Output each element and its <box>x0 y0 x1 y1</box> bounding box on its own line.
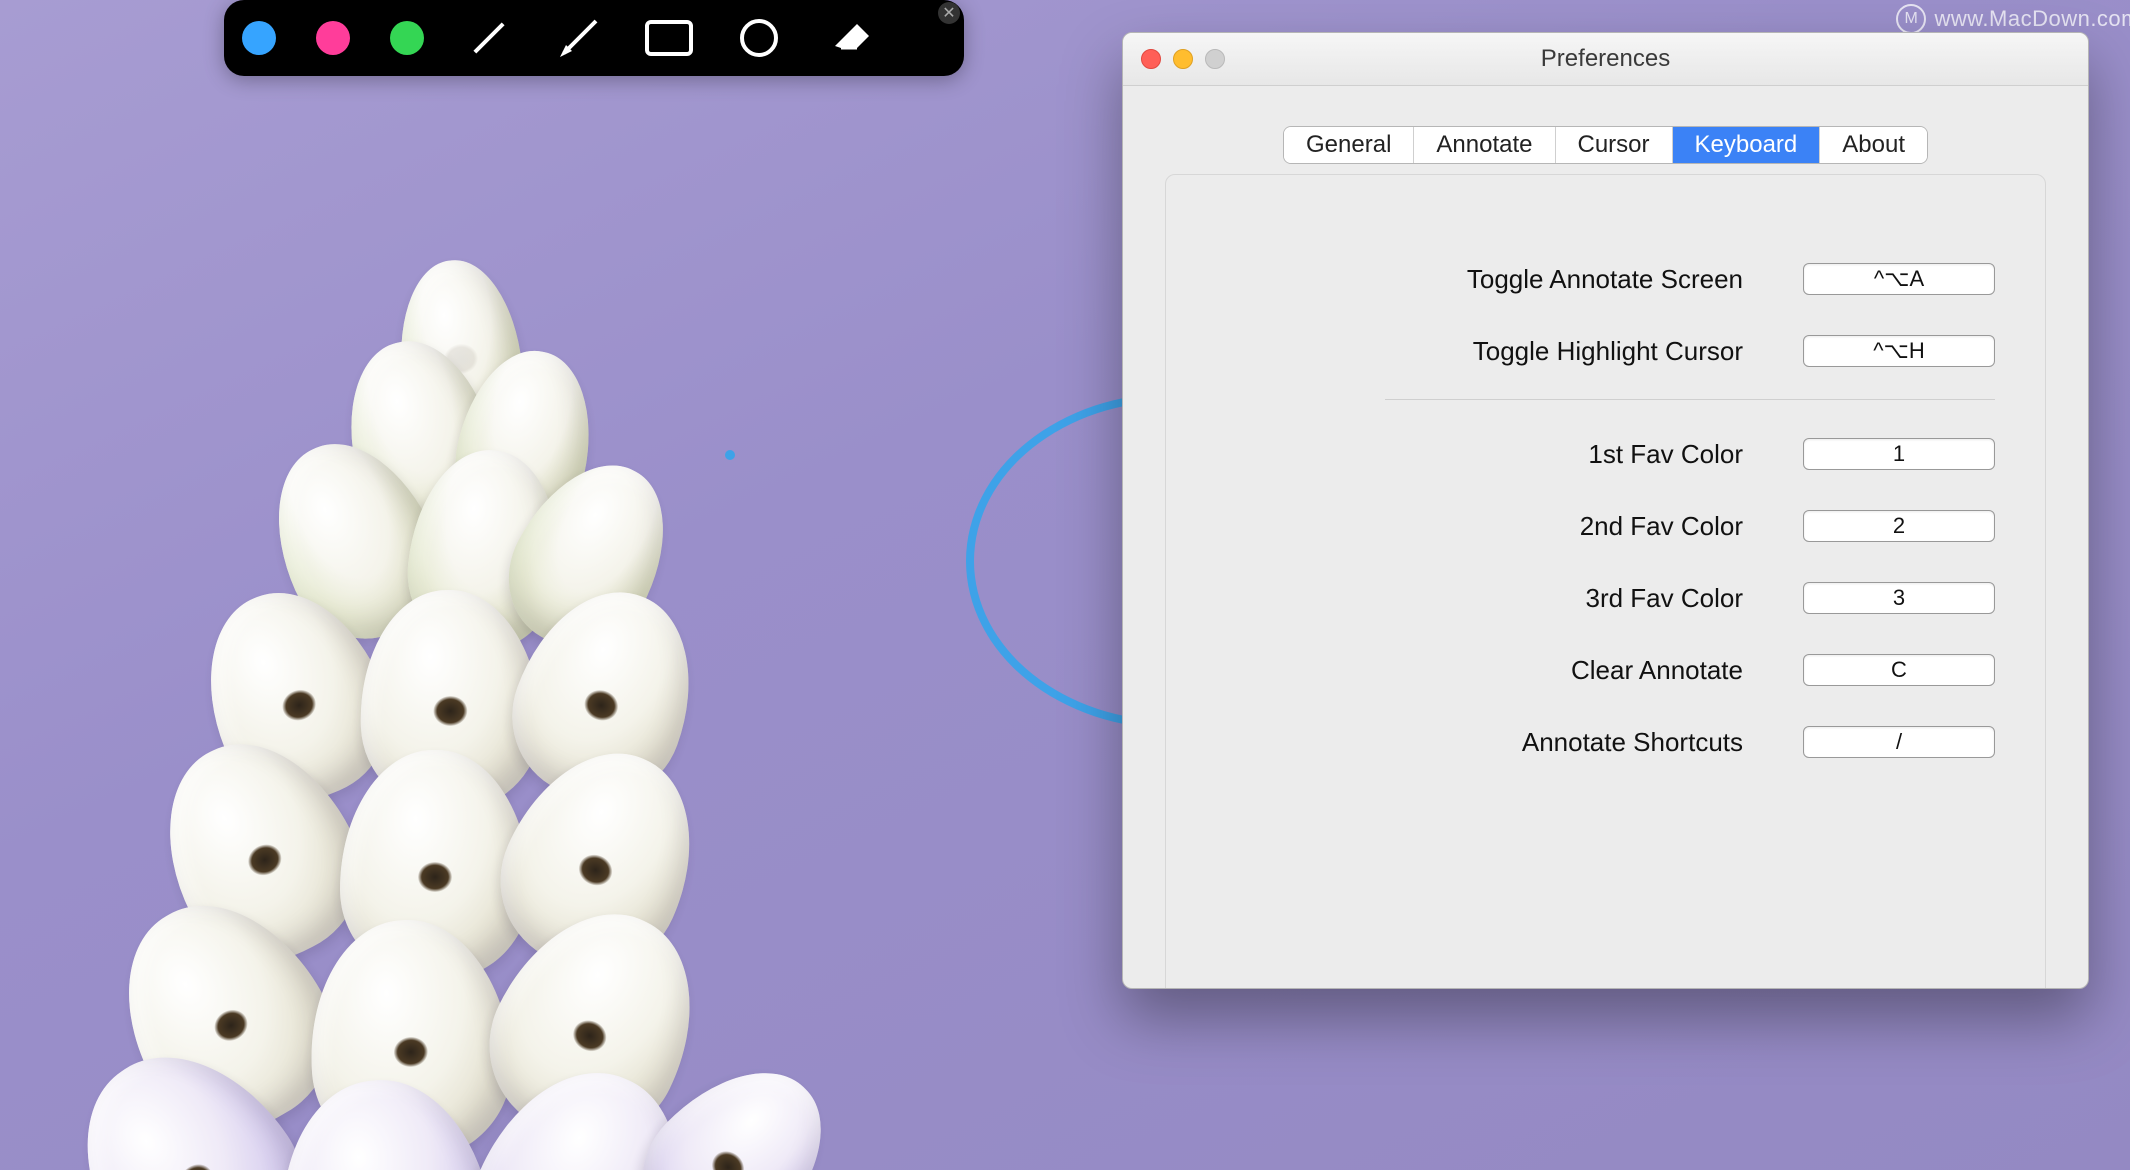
tab-cursor[interactable]: Cursor <box>1556 127 1673 163</box>
window-zoom-button[interactable] <box>1205 49 1225 69</box>
label-fav3: 3rd Fav Color <box>1586 583 1744 614</box>
label-fav2: 2nd Fav Color <box>1580 511 1743 542</box>
row-toggle-annotate: Toggle Annotate Screen ^⌥A <box>1166 255 2045 303</box>
watermark-text: www.MacDown.com <box>1934 6 2130 32</box>
shortcut-shortcuts[interactable]: / <box>1803 726 1995 758</box>
label-clear: Clear Annotate <box>1571 655 1743 686</box>
shortcut-toggle-highlight[interactable]: ^⌥H <box>1803 335 1995 367</box>
shortcut-fav3[interactable]: 3 <box>1803 582 1995 614</box>
preferences-window: Preferences General Annotate Cursor Keyb… <box>1122 32 2089 989</box>
window-titlebar[interactable]: Preferences <box>1123 33 2088 86</box>
shortcut-fav1[interactable]: 1 <box>1803 438 1995 470</box>
wallpaper-flower <box>60 260 800 1170</box>
watermark: M www.MacDown.com <box>1896 4 2130 34</box>
label-toggle-annotate: Toggle Annotate Screen <box>1467 264 1743 295</box>
prefs-tabs: General Annotate Cursor Keyboard About <box>1283 126 1928 164</box>
row-fav2: 2nd Fav Color 2 <box>1166 502 2045 550</box>
line-tool[interactable] <box>464 13 514 63</box>
shortcut-fav2[interactable]: 2 <box>1803 510 1995 542</box>
circle-icon <box>738 17 780 59</box>
tab-about[interactable]: About <box>1820 127 1927 163</box>
annotate-toolbar: ✕ <box>224 0 964 76</box>
color-swatch-pink[interactable] <box>316 21 350 55</box>
tab-general[interactable]: General <box>1284 127 1414 163</box>
arrow-icon <box>556 15 602 61</box>
rectangle-icon <box>644 19 694 57</box>
row-fav1: 1st Fav Color 1 <box>1166 430 2045 478</box>
row-toggle-highlight: Toggle Highlight Cursor ^⌥H <box>1166 327 2045 375</box>
row-shortcuts: Annotate Shortcuts / <box>1166 718 2045 766</box>
tab-annotate[interactable]: Annotate <box>1414 127 1555 163</box>
annotation-dot <box>725 450 735 460</box>
row-clear: Clear Annotate C <box>1166 646 2045 694</box>
row-fav3: 3rd Fav Color 3 <box>1166 574 2045 622</box>
eraser-icon <box>827 18 871 58</box>
eraser-tool[interactable] <box>824 13 874 63</box>
arrow-tool[interactable] <box>554 13 604 63</box>
label-fav1: 1st Fav Color <box>1588 439 1743 470</box>
window-close-button[interactable] <box>1141 49 1161 69</box>
rect-tool[interactable] <box>644 13 694 63</box>
label-shortcuts: Annotate Shortcuts <box>1522 727 1743 758</box>
color-swatch-blue[interactable] <box>242 21 276 55</box>
window-minimize-button[interactable] <box>1173 49 1193 69</box>
tab-keyboard[interactable]: Keyboard <box>1673 127 1821 163</box>
window-title: Preferences <box>1123 45 2088 73</box>
shortcut-clear[interactable]: C <box>1803 654 1995 686</box>
shortcut-toggle-annotate[interactable]: ^⌥A <box>1803 263 1995 295</box>
line-icon <box>473 22 504 53</box>
window-traffic-lights <box>1141 49 1225 69</box>
panel-divider <box>1385 399 1995 400</box>
toolbar-close-icon[interactable]: ✕ <box>938 2 960 24</box>
watermark-badge-icon: M <box>1896 4 1926 34</box>
label-toggle-highlight: Toggle Highlight Cursor <box>1473 336 1743 367</box>
annotation-dot <box>510 660 516 666</box>
circle-tool[interactable] <box>734 13 784 63</box>
prefs-panel: Toggle Annotate Screen ^⌥A Toggle Highli… <box>1165 174 2046 989</box>
color-swatch-green[interactable] <box>390 21 424 55</box>
